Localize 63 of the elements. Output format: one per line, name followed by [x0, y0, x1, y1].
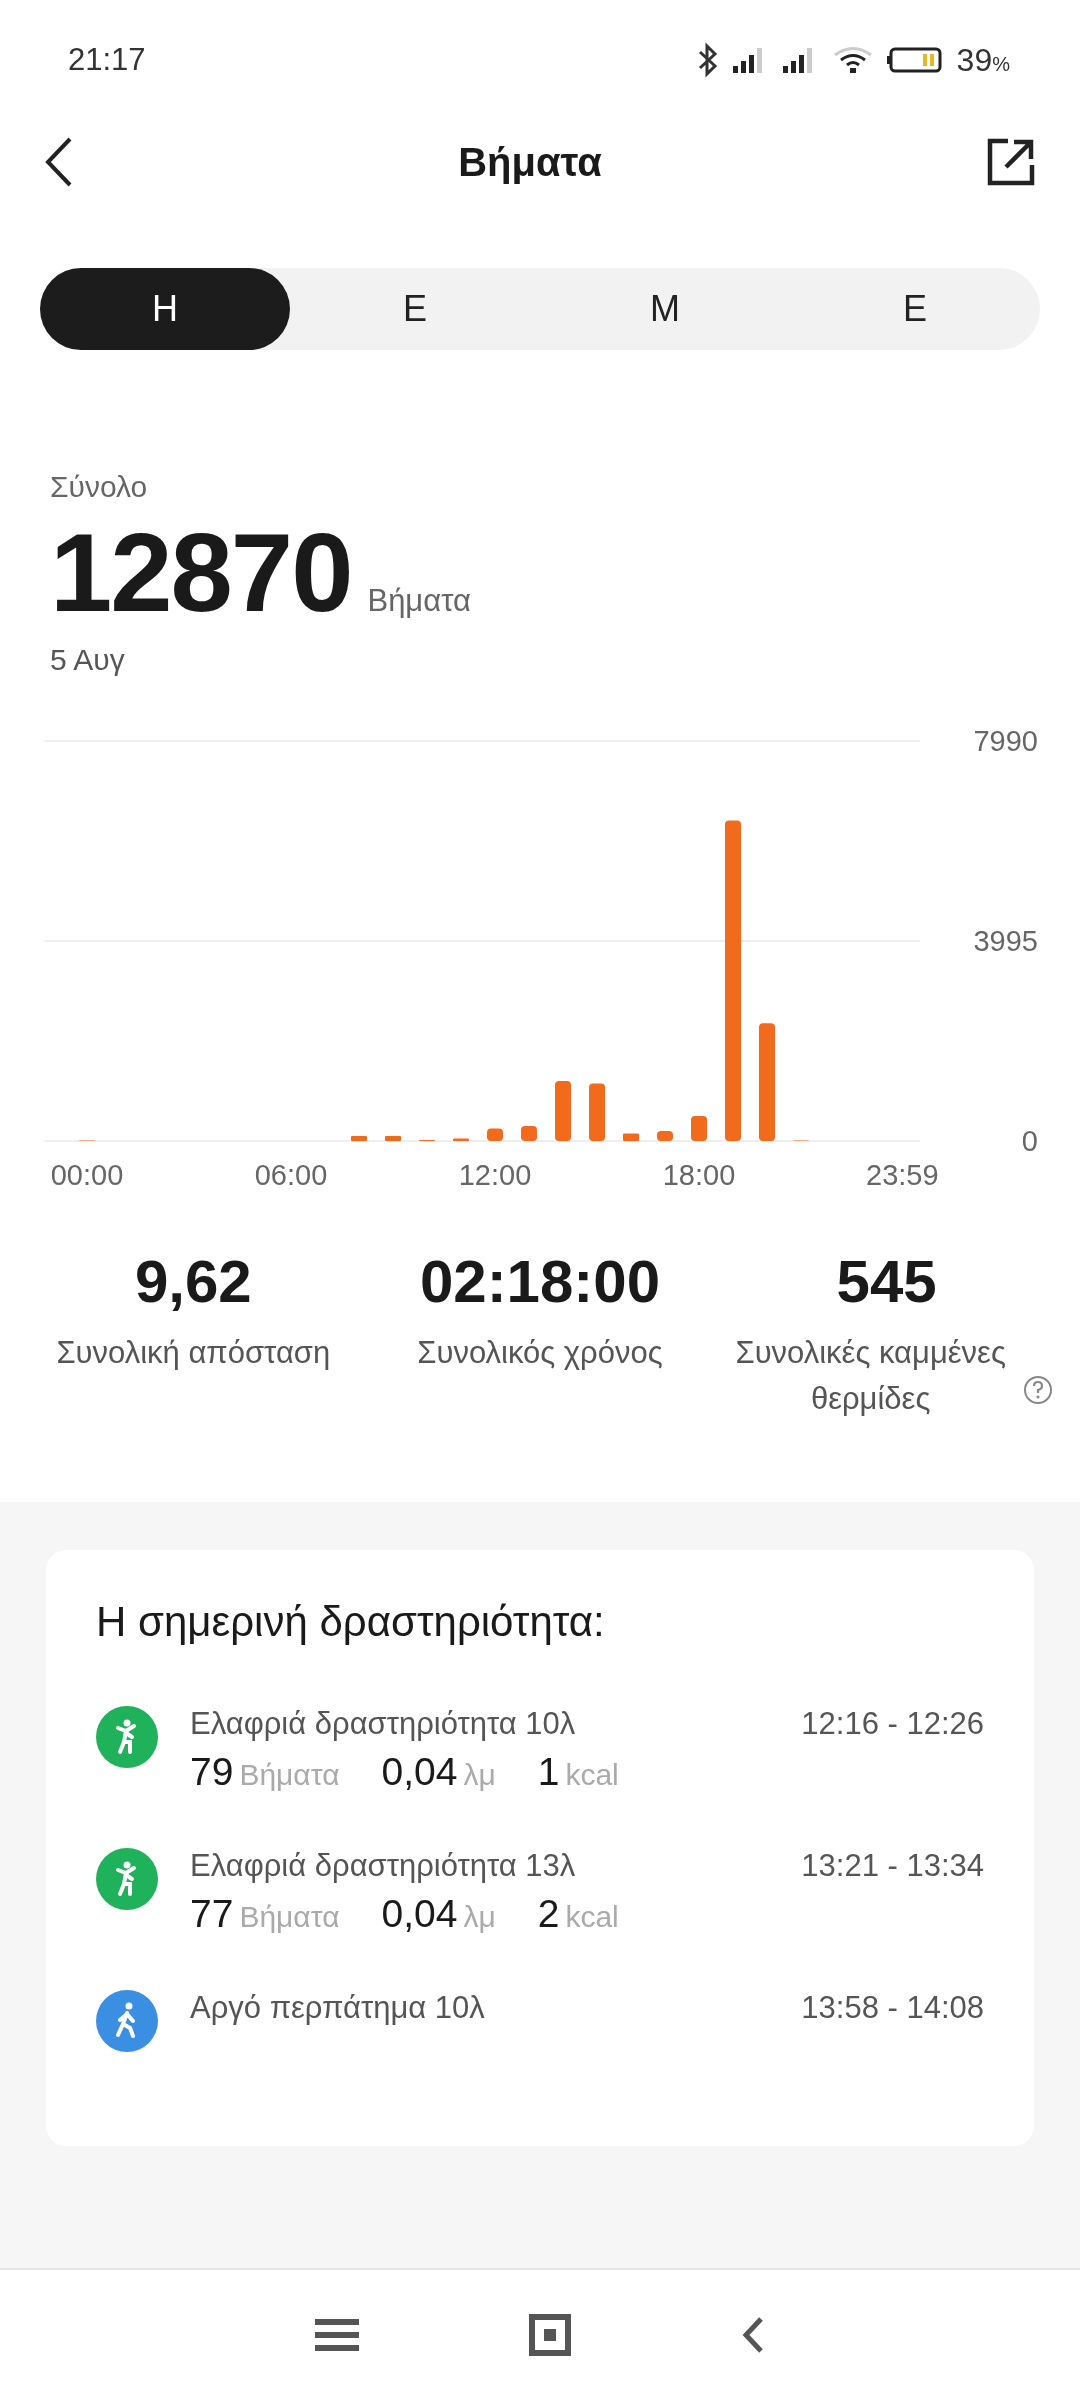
stat-value: 02:18:00: [418, 1247, 662, 1316]
activity-value: 2: [537, 1892, 560, 1936]
x-axis-label: 00:00: [50, 1159, 124, 1191]
card-title: Η σημερινή δραστηριότητα:: [96, 1598, 606, 1646]
chart-bar: [487, 1128, 503, 1141]
period-tab[interactable]: Η: [40, 268, 290, 350]
help-icon[interactable]: [1022, 1375, 1053, 1405]
activity-unit: λμ: [463, 1758, 496, 1792]
status-time: 21:17: [68, 42, 146, 78]
home-icon[interactable]: [529, 2314, 571, 2356]
activity-name: Αργό περπάτημα 10λ: [190, 1990, 485, 2026]
activity-value: 77: [190, 1892, 234, 1936]
activity-unit: λμ: [463, 1900, 496, 1934]
stat-label: Συνολικός χρόνος: [417, 1334, 663, 1372]
stat-label: Συνολική απόσταση: [56, 1334, 331, 1372]
period-tab[interactable]: Ε: [290, 268, 540, 350]
activity-time: 13:58 - 14:08: [801, 1990, 984, 2026]
y-axis-label: 0: [1021, 1125, 1038, 1157]
activity-value: 79: [190, 1750, 234, 1794]
activity-unit: Βήματα: [239, 1900, 340, 1934]
page-title: Βήματα: [458, 139, 602, 185]
y-axis-label: 3995: [973, 925, 1038, 957]
chart-bar: [657, 1131, 673, 1141]
chart-bar: [351, 1136, 367, 1141]
activity-value: 0,04: [381, 1892, 458, 1936]
chart-bar: [623, 1133, 639, 1141]
activity-unit: Βήματα: [239, 1758, 340, 1792]
chart-bar: [521, 1126, 537, 1141]
menu-icon[interactable]: [315, 2317, 359, 2353]
x-axis-label: 12:00: [458, 1159, 532, 1191]
x-axis-label: 23:59: [866, 1159, 939, 1191]
back-icon[interactable]: [44, 136, 74, 188]
bluetooth-icon: [696, 42, 719, 78]
stat-value: 545: [835, 1247, 938, 1316]
chart-bar: [589, 1083, 605, 1141]
period-tab[interactable]: Ε: [790, 268, 1040, 350]
activity-unit: kcal: [565, 1758, 619, 1792]
wifi-icon: [832, 46, 873, 74]
activity-name: Ελαφριά δραστηριότητα 13λ: [190, 1848, 576, 1884]
activity-name: Ελαφριά δραστηριότητα 10λ: [190, 1706, 576, 1742]
steps-unit: Βήματα: [367, 583, 471, 619]
activity-value: 1: [537, 1750, 560, 1794]
period-tab[interactable]: Μ: [540, 268, 790, 350]
battery-icon: [886, 47, 943, 73]
chart-bar: [555, 1080, 571, 1141]
activity-time: 13:21 - 13:34: [801, 1848, 984, 1884]
summary-date: 5 Αυγ: [50, 643, 126, 677]
chart-bar: [453, 1138, 469, 1141]
stat-label: Συνολικές καμμένες θερμίδες: [734, 1334, 1007, 1418]
chart-bar: [691, 1115, 707, 1141]
total-label: Σύνολο: [50, 470, 149, 504]
stat-value: 9,62: [133, 1247, 253, 1316]
total-steps: 12870: [50, 508, 352, 637]
activity-value: 0,04: [381, 1750, 458, 1794]
activity-unit: kcal: [565, 1900, 619, 1934]
chart-bar: [385, 1136, 401, 1141]
y-axis-label: 7990: [973, 727, 1038, 757]
x-axis-label: 06:00: [254, 1159, 328, 1191]
share-icon[interactable]: [986, 137, 1036, 187]
x-axis-label: 18:00: [662, 1159, 736, 1191]
battery-percentage: 39%: [956, 41, 1010, 79]
back-icon[interactable]: [741, 2315, 765, 2355]
activity-time: 12:16 - 12:26: [801, 1706, 984, 1742]
